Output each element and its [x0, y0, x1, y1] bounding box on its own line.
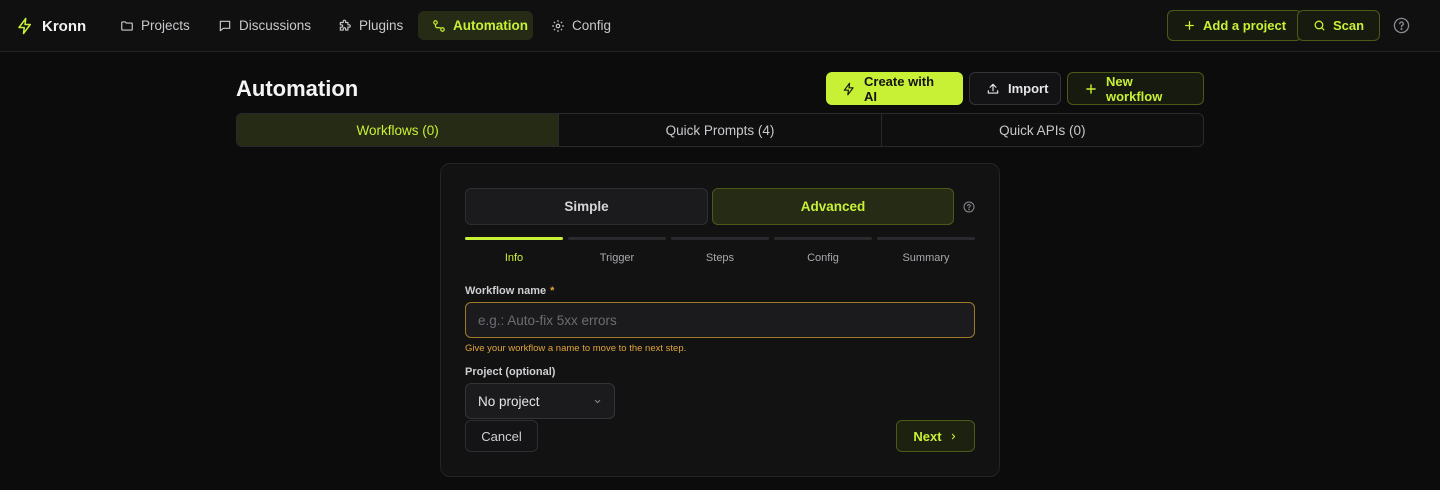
step-progress-bar — [877, 237, 975, 240]
new-workflow-label: New workflow — [1106, 73, 1163, 104]
wizard-steps: Info Trigger Steps Config Summary — [465, 237, 975, 267]
step-progress-bar — [465, 237, 563, 240]
help-icon[interactable] — [963, 201, 975, 213]
step-progress-bar — [671, 237, 769, 240]
step-steps[interactable]: Steps — [671, 237, 769, 267]
tab-workflows[interactable]: Workflows (0) — [237, 114, 559, 146]
import-label: Import — [1008, 81, 1049, 96]
top-navigation-bar: Kronn Projects Discussions Plugins Autom… — [0, 0, 1440, 52]
step-label: Steps — [705, 252, 735, 264]
nav-item-label: Automation — [453, 18, 528, 33]
scan-label: Scan — [1333, 18, 1365, 33]
gear-icon — [551, 19, 565, 33]
step-summary[interactable]: Summary — [877, 237, 975, 267]
import-button[interactable]: Import — [969, 72, 1061, 105]
upload-icon — [986, 82, 1000, 96]
step-info[interactable]: Info — [465, 237, 563, 267]
workflow-icon — [432, 19, 446, 33]
project-label: Project (optional) — [465, 366, 556, 378]
workflow-name-label: Workflow name * — [465, 285, 554, 297]
project-select-value: No project — [478, 393, 540, 409]
add-project-label: Add a project — [1203, 18, 1287, 33]
create-with-ai-button[interactable]: Create with AI — [826, 72, 963, 105]
nav-item-projects[interactable]: Projects — [106, 11, 204, 40]
step-label: Info — [504, 252, 524, 264]
tab-quick-prompts[interactable]: Quick Prompts (4) — [558, 114, 880, 146]
step-progress-bar — [774, 237, 872, 240]
create-with-ai-label: Create with AI — [864, 73, 935, 104]
plus-icon — [1084, 82, 1098, 96]
lightning-icon — [842, 82, 856, 96]
automation-tabs: Workflows (0) Quick Prompts (4) Quick AP… — [236, 113, 1204, 147]
brand[interactable]: Kronn — [16, 14, 86, 38]
mode-simple-button[interactable]: Simple — [465, 188, 708, 225]
brand-name: Kronn — [42, 17, 87, 35]
mode-advanced-button[interactable]: Advanced — [712, 188, 954, 225]
workflow-name-input[interactable] — [465, 302, 975, 338]
lightning-icon — [16, 17, 34, 35]
new-workflow-button[interactable]: New workflow — [1067, 72, 1204, 105]
nav-item-discussions[interactable]: Discussions — [204, 11, 325, 40]
step-label: Summary — [902, 252, 950, 264]
folder-icon — [120, 19, 134, 33]
nav-item-label: Projects — [141, 18, 190, 33]
step-label: Config — [807, 252, 839, 264]
cancel-button[interactable]: Cancel — [465, 420, 538, 452]
nav-item-label: Config — [572, 18, 612, 33]
required-mark: * — [550, 285, 555, 297]
step-progress-bar — [568, 237, 666, 240]
step-trigger[interactable]: Trigger — [568, 237, 666, 267]
chevron-right-icon — [949, 432, 958, 441]
nav-item-label: Plugins — [359, 18, 404, 33]
chevron-down-icon — [593, 397, 602, 406]
search-icon — [1313, 19, 1326, 32]
next-label: Next — [913, 428, 942, 444]
nav-item-plugins[interactable]: Plugins — [324, 11, 417, 40]
workflow-wizard-panel: Simple Advanced Info Trigger Steps Confi… — [440, 163, 1000, 477]
workflow-name-label-text: Workflow name — [465, 285, 547, 297]
nav-item-label: Discussions — [239, 18, 312, 33]
next-button[interactable]: Next — [896, 420, 975, 452]
project-select[interactable]: No project — [465, 383, 615, 419]
step-label: Trigger — [599, 252, 635, 264]
puzzle-icon — [338, 19, 352, 33]
chat-icon — [218, 19, 232, 33]
plus-icon — [1183, 19, 1196, 32]
nav-item-automation[interactable]: Automation — [418, 11, 533, 40]
tab-quick-apis[interactable]: Quick APIs (0) — [880, 114, 1203, 146]
step-config[interactable]: Config — [774, 237, 872, 267]
nav-item-config[interactable]: Config — [537, 11, 625, 40]
workflow-name-hint: Give your workflow a name to move to the… — [465, 343, 687, 354]
add-project-button[interactable]: Add a project — [1167, 10, 1303, 41]
help-icon[interactable] — [1393, 17, 1410, 34]
page-title: Automation — [236, 76, 359, 101]
scan-button[interactable]: Scan — [1297, 10, 1381, 41]
